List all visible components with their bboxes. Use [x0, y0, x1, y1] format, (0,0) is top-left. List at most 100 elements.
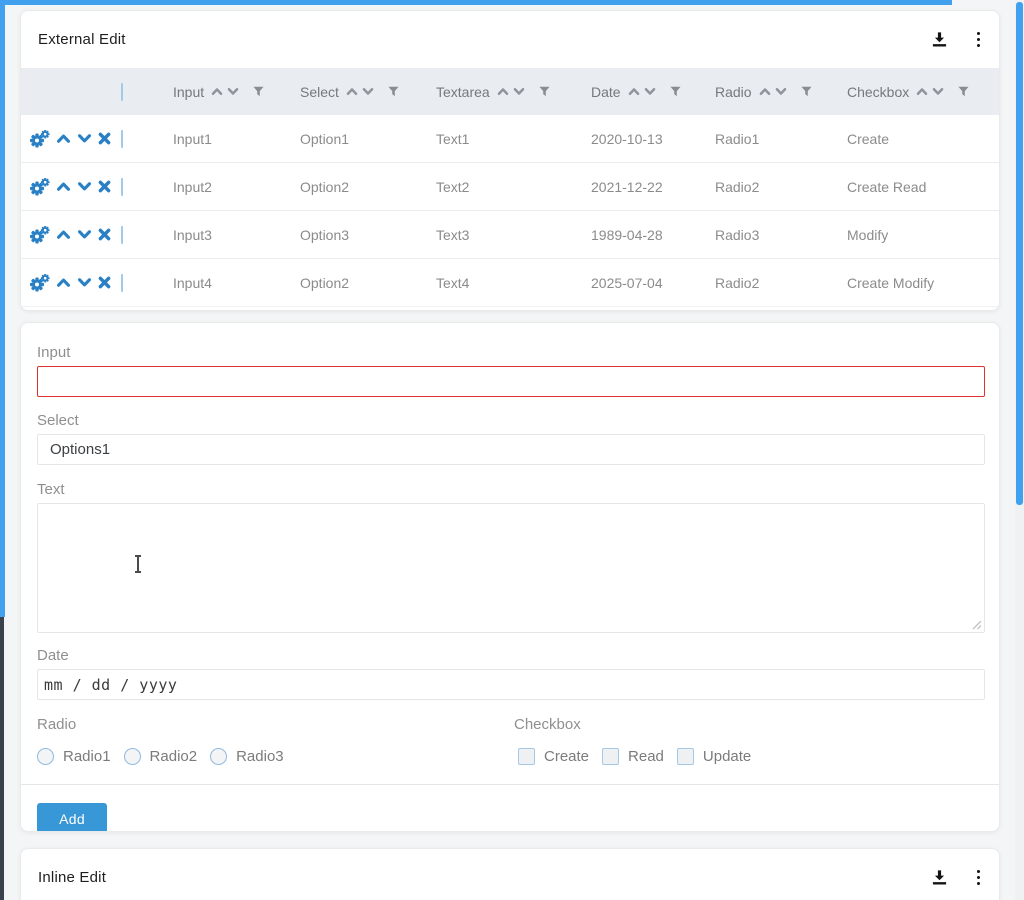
cell-textarea: Text1 [436, 131, 591, 147]
table-row: Input2 Option2 Text2 2021-12-22 Radio2 C… [21, 163, 999, 211]
resize-handle-icon[interactable] [972, 620, 982, 630]
cell-select: Option1 [300, 131, 436, 147]
filter-icon[interactable] [670, 86, 681, 97]
radio-option[interactable]: Radio1 [37, 748, 111, 765]
download-icon[interactable] [931, 31, 948, 48]
sort-desc-icon[interactable] [775, 87, 787, 96]
date-field[interactable] [37, 669, 985, 700]
move-down-icon[interactable] [77, 181, 92, 192]
row-checkbox[interactable] [121, 178, 123, 196]
cell-select: Option2 [300, 179, 436, 195]
table-row: Input3 Option3 Text3 1989-04-28 Radio3 M… [21, 211, 999, 259]
move-up-icon[interactable] [56, 181, 71, 192]
delete-icon[interactable] [98, 276, 111, 289]
top-progress-bar [0, 0, 952, 5]
sort-desc-icon[interactable] [932, 87, 944, 96]
sort-asc-icon[interactable] [759, 87, 771, 96]
inline-edit-card: Inline Edit [20, 848, 1000, 900]
text-cursor [134, 555, 142, 573]
left-edge-dark-strip [0, 617, 4, 900]
row-checkbox[interactable] [121, 226, 123, 244]
delete-icon[interactable] [98, 228, 111, 241]
radio-option[interactable]: Radio3 [210, 748, 284, 765]
move-down-icon[interactable] [77, 133, 92, 144]
download-icon[interactable] [931, 869, 948, 886]
row-checkbox[interactable] [121, 274, 123, 292]
move-up-icon[interactable] [56, 229, 71, 240]
radio-option-label: Radio1 [63, 748, 111, 765]
delete-icon[interactable] [98, 132, 111, 145]
table-row: Input4 Option2 Text4 2025-07-04 Radio2 C… [21, 259, 999, 307]
cell-textarea: Text4 [436, 275, 591, 291]
move-up-icon[interactable] [56, 133, 71, 144]
cell-date: 2020-10-13 [591, 131, 715, 147]
cell-date: 1989-04-28 [591, 227, 715, 243]
move-down-icon[interactable] [77, 277, 92, 288]
filter-icon[interactable] [801, 86, 812, 97]
column-label: Checkbox [847, 84, 909, 100]
column-label: Textarea [436, 84, 490, 100]
page-scrollbar-track[interactable] [1015, 0, 1024, 900]
sort-desc-icon[interactable] [644, 87, 656, 96]
cell-checkbox: Create [847, 131, 999, 147]
move-down-icon[interactable] [77, 229, 92, 240]
settings-icon[interactable] [29, 226, 50, 244]
checkbox-option-label: Create [544, 748, 589, 765]
column-header-date: Date [591, 84, 715, 100]
sort-desc-icon[interactable] [362, 87, 374, 96]
checkbox-option-label: Read [628, 748, 664, 765]
sort-desc-icon[interactable] [513, 87, 525, 96]
checkbox-icon[interactable] [677, 748, 694, 765]
filter-icon[interactable] [958, 86, 969, 97]
settings-icon[interactable] [29, 130, 50, 148]
select-field[interactable]: Options1 [37, 434, 985, 465]
column-header-radio: Radio [715, 84, 847, 100]
table-row: Input1 Option1 Text1 2020-10-13 Radio1 C… [21, 115, 999, 163]
select-label: Select [37, 412, 983, 429]
checkbox-group: Checkbox Create Read Update [514, 716, 983, 767]
radio-option-label: Radio2 [150, 748, 198, 765]
text-field[interactable] [37, 503, 985, 633]
add-button[interactable]: Add [37, 803, 107, 832]
sort-desc-icon[interactable] [227, 87, 239, 96]
sort-asc-icon[interactable] [497, 87, 509, 96]
select-all-checkbox[interactable] [121, 83, 123, 101]
cell-textarea: Text2 [436, 179, 591, 195]
external-edit-card: External Edit Input Select Textarea D [20, 10, 1000, 311]
checkbox-option[interactable]: Update [677, 748, 751, 765]
row-checkbox[interactable] [121, 130, 123, 148]
filter-icon[interactable] [253, 86, 264, 97]
cell-checkbox: Create Modify [847, 275, 999, 291]
cell-textarea: Text3 [436, 227, 591, 243]
radio-option[interactable]: Radio2 [124, 748, 198, 765]
column-header-input: Input [173, 84, 300, 100]
column-header-textarea: Textarea [436, 84, 591, 100]
column-header-select: Select [300, 84, 436, 100]
filter-icon[interactable] [388, 86, 399, 97]
checkbox-group-label: Checkbox [514, 716, 983, 733]
checkbox-icon[interactable] [518, 748, 535, 765]
checkbox-option[interactable]: Read [602, 748, 664, 765]
checkbox-icon[interactable] [602, 748, 619, 765]
sort-asc-icon[interactable] [628, 87, 640, 96]
radio-icon[interactable] [124, 748, 141, 765]
checkbox-option[interactable]: Create [518, 748, 589, 765]
kebab-menu-icon[interactable] [975, 30, 983, 50]
sort-asc-icon[interactable] [916, 87, 928, 96]
radio-icon[interactable] [37, 748, 54, 765]
radio-icon[interactable] [210, 748, 227, 765]
sort-asc-icon[interactable] [211, 87, 223, 96]
page-scrollbar-thumb[interactable] [1016, 2, 1023, 505]
input-field[interactable] [37, 366, 985, 397]
delete-icon[interactable] [98, 180, 111, 193]
cell-checkbox: Create Read [847, 179, 999, 195]
sort-asc-icon[interactable] [346, 87, 358, 96]
settings-icon[interactable] [29, 274, 50, 292]
cell-select: Option2 [300, 275, 436, 291]
kebab-menu-icon[interactable] [975, 868, 983, 888]
cell-date: 2021-12-22 [591, 179, 715, 195]
move-up-icon[interactable] [56, 277, 71, 288]
settings-icon[interactable] [29, 178, 50, 196]
left-edge-blue-strip [0, 0, 5, 617]
filter-icon[interactable] [539, 86, 550, 97]
